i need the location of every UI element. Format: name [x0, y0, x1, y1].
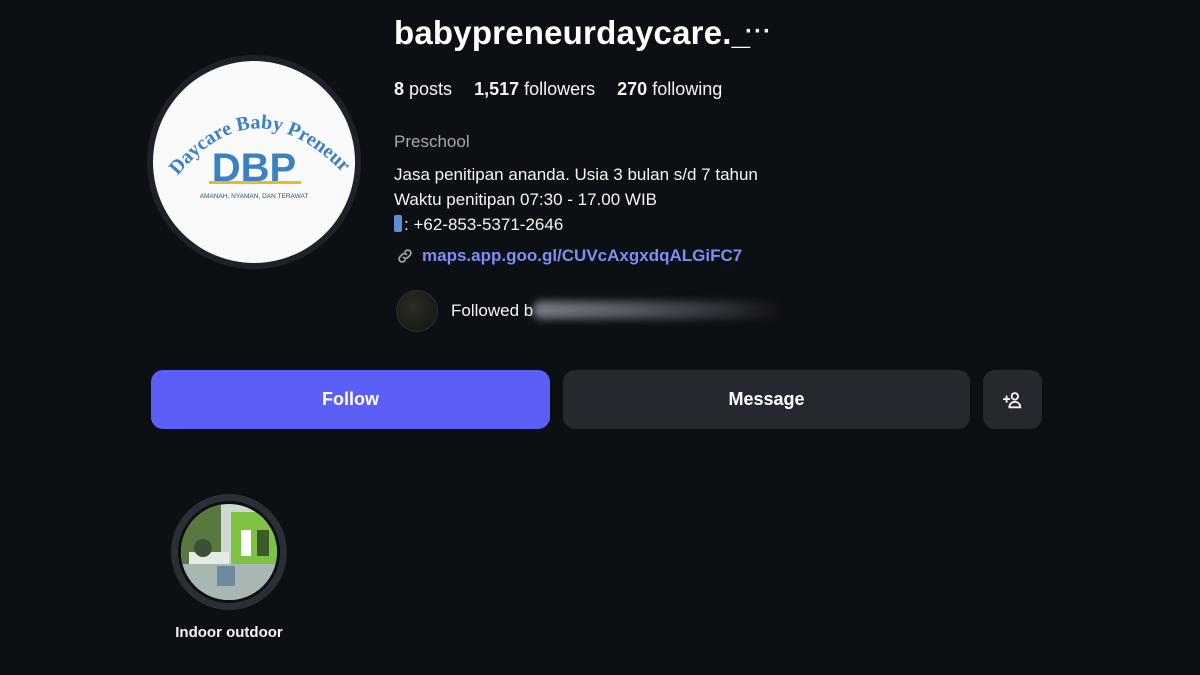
following-label: following	[652, 79, 723, 99]
followed-by-prefix: Followed b	[451, 301, 534, 320]
followers-label: followers	[524, 79, 596, 99]
posts-label: posts	[409, 79, 453, 99]
story-highlight[interactable]	[171, 494, 287, 610]
posts-count: 8	[394, 79, 405, 99]
highlight-label: Indoor outdoor	[175, 624, 283, 641]
profile-avatar: Daycare Baby Preneur DBP AMANAH, NYAMAN,…	[153, 61, 355, 263]
profile-avatar-ring[interactable]: Daycare Baby Preneur DBP AMANAH, NYAMAN,…	[147, 55, 361, 269]
followed-by-text: Followed b	[451, 301, 784, 321]
highlight-photo	[181, 504, 277, 600]
blurred-usernames	[533, 301, 784, 319]
bio-phone-text: : +62-853-5371-2646	[404, 215, 564, 234]
following-count: 270	[617, 79, 648, 99]
add-user-button[interactable]	[983, 370, 1042, 429]
bio-line: Waktu penitipan 07:30 - 17.00 WIB	[394, 190, 658, 209]
followers-count: 1,517	[474, 79, 520, 99]
profile-category: Preschool	[394, 132, 470, 151]
profile-bio: Jasa penitipan ananda. Usia 3 bulan s/d …	[394, 162, 758, 237]
profile-link[interactable]: maps.app.goo.gl/CUVcAxgxdqALGiFC7	[396, 246, 742, 266]
following-stat[interactable]: 270 following	[617, 79, 722, 100]
bio-line: Jasa penitipan ananda. Usia 3 bulan s/d …	[394, 165, 758, 184]
follower-avatar	[396, 290, 438, 332]
link-icon	[398, 249, 412, 263]
phone-icon	[394, 215, 402, 232]
add-user-icon	[1002, 391, 1021, 408]
bio-phone-line: : +62-853-5371-2646	[394, 212, 758, 237]
more-options-icon[interactable]: ···	[745, 18, 772, 46]
followers-stat[interactable]: 1,517 followers	[474, 79, 595, 100]
profile-username: babypreneurdaycare._	[394, 14, 751, 51]
highlight-thumbnail	[178, 501, 280, 603]
message-button[interactable]: Message	[563, 370, 970, 429]
daycare-logo: Daycare Baby Preneur DBP AMANAH, NYAMAN,…	[165, 111, 355, 200]
profile-link-text: maps.app.goo.gl/CUVcAxgxdqALGiFC7	[422, 246, 743, 265]
posts-stat[interactable]: 8 posts	[394, 79, 452, 100]
profile-stats: 8 posts 1,517 followers 270 following	[394, 79, 722, 100]
logo-tagline: AMANAH, NYAMAN, DAN TERAWAT	[200, 193, 309, 200]
follow-button[interactable]: Follow	[151, 370, 550, 429]
followed-by[interactable]: Followed b	[396, 290, 784, 332]
